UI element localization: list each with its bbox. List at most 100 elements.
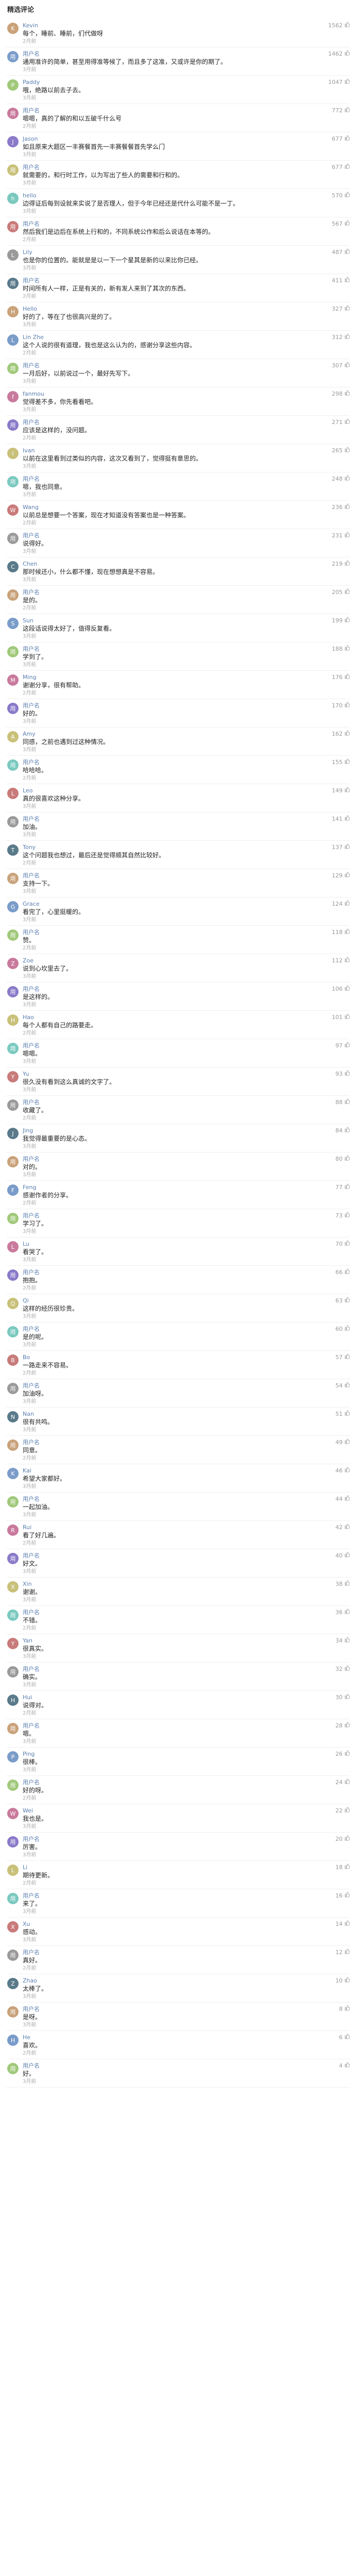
avatar[interactable]: A — [7, 731, 19, 742]
comment-username[interactable]: 用户名 — [23, 474, 40, 483]
avatar[interactable]: 用 — [7, 1213, 19, 1224]
like-button[interactable]: 70 — [335, 1240, 350, 1247]
comment-username[interactable]: Kai — [23, 1467, 31, 1474]
avatar[interactable]: 用 — [7, 476, 19, 487]
comment-username[interactable]: 用户名 — [23, 106, 40, 114]
avatar[interactable]: H — [7, 1014, 19, 1026]
like-button[interactable]: 24 — [335, 1778, 350, 1786]
avatar[interactable]: P — [7, 1751, 19, 1762]
comment-username[interactable]: 用户名 — [23, 1551, 40, 1560]
like-button[interactable]: 38 — [335, 1580, 350, 1587]
avatar[interactable]: 用 — [7, 1043, 19, 1054]
avatar[interactable]: 用 — [7, 1723, 19, 1734]
comment-username[interactable]: Hao — [23, 1014, 34, 1021]
comment-username[interactable]: Hui — [23, 1694, 32, 1701]
comment-username[interactable]: Wang — [23, 504, 39, 511]
avatar[interactable]: C — [7, 561, 19, 572]
like-button[interactable]: 10 — [335, 1977, 350, 1984]
like-button[interactable]: 14 — [335, 1920, 350, 1927]
like-button[interactable]: 1047 — [328, 78, 350, 86]
avatar[interactable]: 用 — [7, 703, 19, 714]
like-button[interactable]: 84 — [335, 1127, 350, 1134]
comment-username[interactable]: Sun — [23, 617, 33, 624]
like-button[interactable]: 28 — [335, 1722, 350, 1729]
avatar[interactable]: f — [7, 391, 19, 402]
like-button[interactable]: 265 — [332, 447, 350, 454]
avatar[interactable]: G — [7, 901, 19, 912]
comment-username[interactable]: Zhao — [23, 1977, 37, 1984]
like-button[interactable]: 46 — [335, 1467, 350, 1474]
avatar[interactable]: P — [7, 79, 19, 91]
avatar[interactable]: L — [7, 249, 19, 261]
comment-username[interactable]: 用户名 — [23, 1438, 40, 1446]
like-button[interactable]: 63 — [335, 1297, 350, 1304]
comment-username[interactable]: Paddy — [23, 79, 40, 86]
comment-username[interactable]: Ming — [23, 674, 37, 681]
like-button[interactable]: 12 — [335, 1948, 350, 1956]
like-button[interactable]: 248 — [332, 475, 350, 482]
avatar[interactable]: 用 — [7, 1156, 19, 1167]
comment-username[interactable]: Leo — [23, 787, 32, 794]
like-button[interactable]: 411 — [332, 277, 350, 284]
comment-username[interactable]: 用户名 — [23, 1268, 40, 1276]
like-button[interactable]: 54 — [335, 1382, 350, 1389]
avatar[interactable]: 用 — [7, 646, 19, 657]
like-button[interactable]: 30 — [335, 1693, 350, 1701]
avatar[interactable]: 用 — [7, 1893, 19, 1904]
avatar[interactable]: H — [7, 1694, 19, 1706]
comment-username[interactable]: 用户名 — [23, 1608, 40, 1616]
comment-username[interactable]: hello — [23, 192, 37, 199]
like-button[interactable]: 1562 — [328, 22, 350, 29]
avatar[interactable]: 用 — [7, 873, 19, 884]
comment-username[interactable]: Ping — [23, 1751, 35, 1757]
comment-username[interactable]: Lin Zhe — [23, 334, 44, 341]
like-button[interactable]: 231 — [332, 532, 350, 539]
comment-username[interactable]: Nan — [23, 1411, 34, 1417]
comment-username[interactable]: 用户名 — [23, 871, 40, 879]
comment-username[interactable]: 用户名 — [23, 1778, 40, 1786]
avatar[interactable]: 用 — [7, 1099, 19, 1111]
like-button[interactable]: 236 — [332, 503, 350, 511]
comment-username[interactable]: 用户名 — [23, 163, 40, 171]
like-button[interactable]: 8 — [339, 2005, 350, 2012]
avatar[interactable]: 用 — [7, 589, 19, 601]
like-button[interactable]: 307 — [332, 362, 350, 369]
avatar[interactable]: H — [7, 2035, 19, 2046]
comment-username[interactable]: 用户名 — [23, 1835, 40, 1843]
comment-username[interactable]: 用户名 — [23, 2061, 40, 2070]
avatar[interactable]: Q — [7, 1298, 19, 1309]
like-button[interactable]: 118 — [332, 928, 350, 936]
comment-username[interactable]: 用户名 — [23, 1948, 40, 1956]
like-button[interactable]: 93 — [335, 1070, 350, 1077]
avatar[interactable]: 用 — [7, 51, 19, 62]
comment-username[interactable]: Jason — [23, 135, 38, 142]
avatar[interactable]: 用 — [7, 419, 19, 431]
comment-username[interactable]: 用户名 — [23, 645, 40, 653]
like-button[interactable]: 16 — [335, 1892, 350, 1899]
avatar[interactable]: 用 — [7, 1666, 19, 1677]
comment-username[interactable]: Rui — [23, 1524, 31, 1531]
like-button[interactable]: 219 — [332, 560, 350, 567]
like-button[interactable]: 162 — [332, 730, 350, 737]
comment-username[interactable]: 用户名 — [23, 815, 40, 823]
avatar[interactable]: X — [7, 1921, 19, 1933]
avatar[interactable]: 用 — [7, 2006, 19, 2018]
like-button[interactable]: 18 — [335, 1863, 350, 1871]
like-button[interactable]: 155 — [332, 758, 350, 766]
like-button[interactable]: 298 — [332, 390, 350, 397]
avatar[interactable]: T — [7, 844, 19, 856]
avatar[interactable]: 用 — [7, 221, 19, 232]
like-button[interactable]: 42 — [335, 1523, 350, 1531]
like-button[interactable]: 176 — [332, 673, 350, 681]
comment-username[interactable]: Amy — [23, 731, 36, 737]
comment-username[interactable]: Lu — [23, 1241, 29, 1247]
comment-username[interactable]: Feng — [23, 1184, 36, 1191]
avatar[interactable]: 用 — [7, 1553, 19, 1564]
like-button[interactable]: 32 — [335, 1665, 350, 1672]
avatar[interactable]: 用 — [7, 1383, 19, 1394]
like-button[interactable]: 327 — [332, 305, 350, 312]
like-button[interactable]: 170 — [332, 702, 350, 709]
like-button[interactable]: 677 — [332, 163, 350, 171]
like-button[interactable]: 124 — [332, 900, 350, 907]
avatar[interactable]: 用 — [7, 278, 19, 289]
